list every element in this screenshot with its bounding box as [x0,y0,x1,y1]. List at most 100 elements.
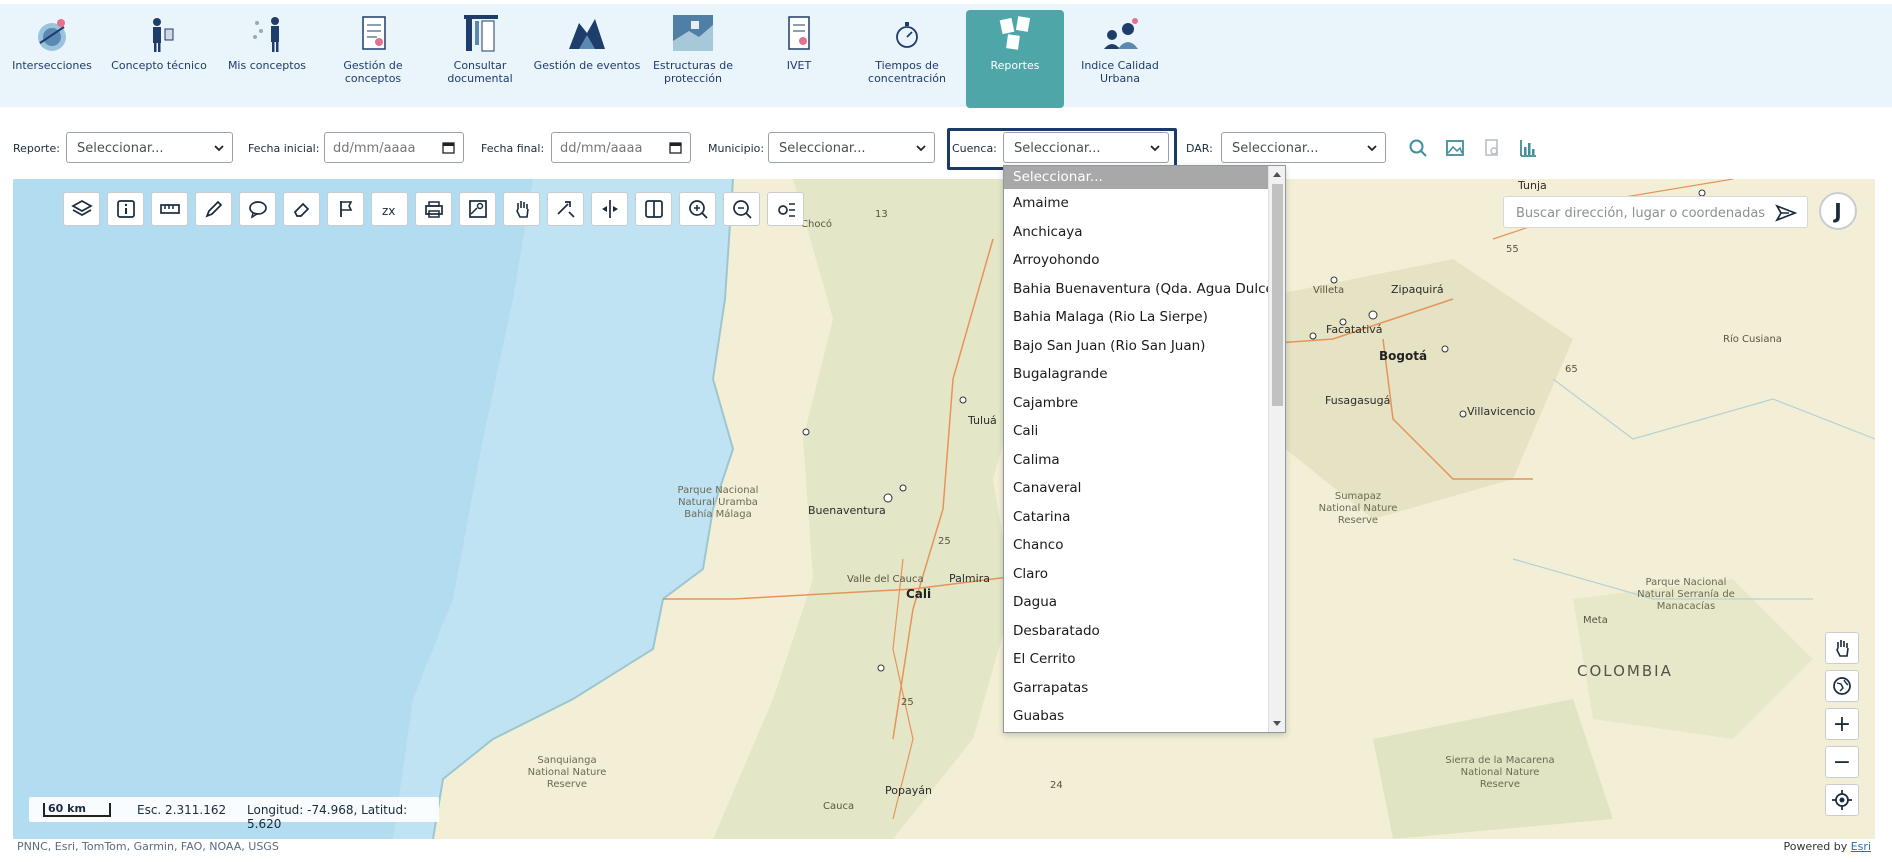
nav-consultar-documental[interactable]: Consultar documental [431,10,529,108]
zoom-in-button[interactable]: + [1825,708,1859,740]
layers-icon [70,200,93,216]
urban-quality-icon [1104,18,1138,49]
cuenca-option[interactable]: Bahia Malaga (Rio La Sierpe) [1004,303,1270,332]
map-label-rio-cusiana: Río Cusiana [1723,334,1782,345]
map-label-fusagasuga: Fusagasugá [1325,394,1391,407]
esri-link[interactable]: Esri [1851,840,1871,853]
cuenca-option[interactable]: Guabas [1004,702,1270,731]
scroll-down-arrow-icon[interactable] [1273,721,1281,726]
annotate-button[interactable] [239,192,276,226]
measure-button[interactable] [151,192,188,226]
cuenca-option[interactable]: Claro [1004,560,1270,589]
split-view-button[interactable] [635,192,672,226]
cuenca-option[interactable]: Cali [1004,417,1270,446]
concept-management-icon [362,16,386,50]
municipio-select[interactable]: Seleccionar... [768,132,935,163]
zoom-out-button[interactable]: − [1825,746,1859,778]
zoom-in-tool-button[interactable] [679,192,716,226]
cuenca-select[interactable]: Seleccionar... [1003,132,1169,163]
zoom-out-tool-button[interactable] [723,192,760,226]
nav-intersecciones[interactable]: Intersecciones [3,10,101,108]
fecha-inicial-input[interactable]: dd/mm/aaaa [324,132,464,163]
nav-label: Reportes [990,59,1040,72]
map-attribution: PNNC, Esri, TomTom, Garmin, FAO, NOAA, U… [13,839,1875,853]
nav-ivet[interactable]: IVET [750,10,848,108]
cuenca-option[interactable]: Canaveral [1004,474,1270,503]
dar-select[interactable]: Seleccionar... [1221,132,1386,163]
scale-ratio: Esc. 2.311.162 [137,803,227,817]
nav-concepto-tecnico[interactable]: Concepto técnico [110,10,208,108]
cuenca-option[interactable]: Dagua [1004,588,1270,617]
nav-label: Estructuras de protección [652,59,734,85]
coordinates-button[interactable]: zx [371,192,408,226]
technical-concept-icon [153,18,174,52]
nav-reportes[interactable]: Reportes [966,10,1064,108]
info-button[interactable] [107,192,144,226]
comment-icon [248,201,267,219]
address-search-input[interactable]: Buscar dirección, lugar o coordenadas [1503,196,1808,228]
cuenca-option[interactable]: El Cerrito [1004,645,1270,674]
print-icon [424,201,443,218]
pan-hand-icon [515,201,529,218]
fecha-final-value: dd/mm/aaaa [560,141,643,156]
user-avatar[interactable]: J [1819,192,1857,230]
map-label-cali: Cali [906,587,932,601]
cuenca-option[interactable]: Bugalagrande [1004,360,1270,389]
cuenca-option[interactable]: Chanco [1004,531,1270,560]
magic-tool-button[interactable] [547,192,584,226]
pan-button[interactable] [503,192,540,226]
chevron-down-icon [214,145,224,152]
bar-chart-icon[interactable] [1518,138,1538,158]
send-arrow-icon[interactable] [1775,204,1797,222]
cuenca-option[interactable]: Anchicaya [1004,218,1270,247]
reporte-select[interactable]: Seleccionar... [66,132,233,163]
cuenca-option[interactable]: Bahia Buenaventura (Qda. Agua Dulce) [1004,275,1279,304]
layers-button[interactable] [63,192,100,226]
erase-button[interactable] [283,192,320,226]
ivet-icon [788,16,810,50]
basemap [13,179,1875,839]
scale-bar: 60 km Esc. 2.311.162 Longitud: -74.968, … [29,797,439,831]
map-image-icon[interactable] [1445,138,1465,158]
swipe-icon [601,200,618,218]
cuenca-option[interactable]: Catarina [1004,503,1270,532]
municipio-label: Municipio: [708,142,765,155]
cuenca-option[interactable]: Seleccionar... [1004,166,1270,189]
nav-estructuras-proteccion[interactable]: Estructuras de protección [644,10,742,108]
print-button[interactable] [415,192,452,226]
map-view[interactable]: Tunja Zipaquirá Villeta Facatativá Bogot… [13,179,1875,839]
cuenca-option[interactable]: Garrapatas [1004,674,1270,703]
cuenca-option[interactable]: Amaime [1004,189,1270,218]
cuenca-option[interactable]: Arroyohondo [1004,246,1270,275]
settings-filter-button[interactable] [767,192,804,226]
flag-button[interactable] [327,192,364,226]
map-export-button[interactable] [459,192,496,226]
search-icon[interactable] [1408,138,1428,158]
cuenca-option[interactable]: Desbaratado [1004,617,1270,646]
documents-icon [464,15,498,52]
nav-tiempos-concentracion[interactable]: Tiempos de concentración [858,10,956,108]
map-toolbar: zx [63,192,804,226]
cuenca-dropdown-list[interactable]: Seleccionar... Amaime Anchicaya Arroyoho… [1003,165,1286,733]
pan-hand-icon [1836,640,1849,657]
scrollbar-thumb[interactable] [1272,184,1283,406]
nav-gestion-conceptos[interactable]: Gestión de conceptos [324,10,422,108]
pan-control-button[interactable] [1825,632,1859,664]
cuenca-option[interactable]: Calima [1004,446,1270,475]
locate-button[interactable] [1825,784,1859,816]
scroll-up-arrow-icon[interactable] [1273,172,1281,177]
cuenca-option[interactable]: Cajambre [1004,389,1270,418]
fecha-final-input[interactable]: dd/mm/aaaa [551,132,691,163]
cuenca-option[interactable]: Bajo San Juan (Rio San Juan) [1004,332,1270,361]
swipe-button[interactable] [591,192,628,226]
ruler-icon [159,204,180,214]
basemap-globe-button[interactable] [1825,670,1859,702]
draw-button[interactable] [195,192,232,226]
nav-gestion-eventos[interactable]: Gestión de eventos [534,10,640,108]
cuenca-options: Seleccionar... Amaime Anchicaya Arroyoho… [1004,166,1279,731]
dropdown-scrollbar[interactable] [1268,166,1285,732]
nav-indice-calidad-urbana[interactable]: Indice Calidad Urbana [1071,10,1169,108]
nav-mis-conceptos[interactable]: Mis conceptos [218,10,316,108]
document-search-icon[interactable] [1482,138,1502,158]
map-label-tulua: Tuluá [968,414,997,427]
